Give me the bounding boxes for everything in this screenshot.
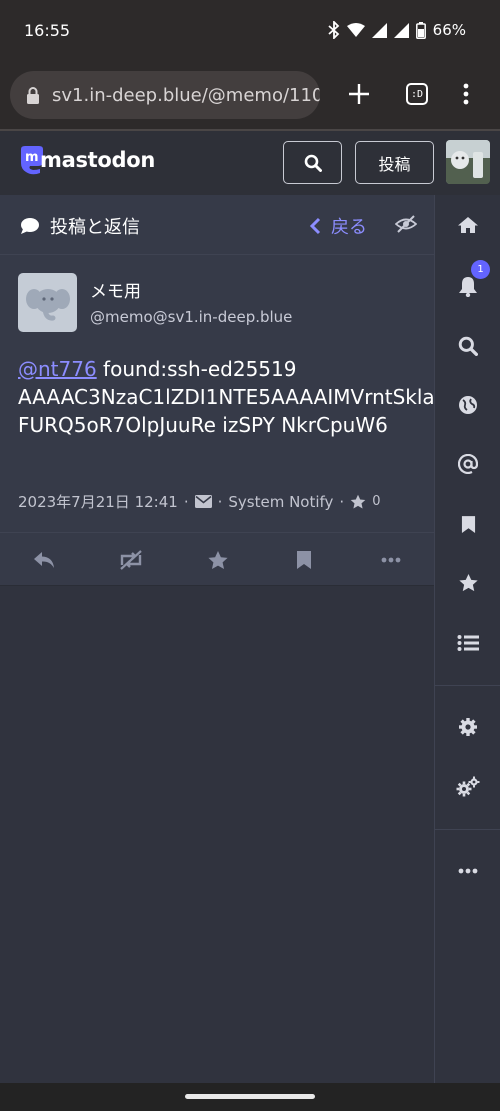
- chevron-left-icon: [309, 217, 321, 235]
- timestamp-link[interactable]: 2023年7月21日 12:41: [18, 491, 178, 512]
- bluetooth-icon: [328, 21, 339, 39]
- meta-separator: ·: [217, 492, 223, 511]
- meta-separator: ·: [183, 492, 189, 511]
- status-detail: メモ用 @memo@sv1.in-deep.blue @nt776 found:…: [0, 255, 460, 532]
- home-indicator[interactable]: [185, 1094, 315, 1099]
- bookmark-icon: [461, 515, 475, 533]
- search-icon: [458, 336, 478, 356]
- favourite-count: 0: [372, 494, 381, 509]
- favourite-button[interactable]: [203, 545, 233, 575]
- bookmark-button[interactable]: [289, 545, 319, 575]
- navigation-rail: 1: [434, 195, 500, 1083]
- battery-level: 66%: [432, 21, 466, 39]
- browser-menu-button[interactable]: [444, 72, 488, 116]
- signal-icon: [393, 22, 409, 38]
- compose-button[interactable]: 投稿: [355, 141, 434, 184]
- star-icon: [350, 494, 366, 508]
- ellipsis-icon: [458, 868, 478, 874]
- list-icon: [457, 635, 479, 651]
- main-column: 投稿と返信 戻る メモ用 @memo@sv1.in-deep.blue @nt7…: [0, 195, 460, 1083]
- gear-icon: [459, 718, 477, 736]
- browser-toolbar: sv1.in-deep.blue/@memo/110 :D: [0, 60, 500, 129]
- display-name[interactable]: メモ用: [90, 277, 141, 302]
- battery-icon: [415, 21, 426, 39]
- logo-wordmark: mastodon: [40, 148, 156, 172]
- nav-favourites[interactable]: [435, 561, 500, 605]
- rail-divider: [435, 685, 500, 686]
- status-meta: 2023年7月21日 12:41 · · System Notify · 0: [18, 491, 380, 512]
- app-header: m mastodon 投稿: [0, 131, 500, 195]
- gears-icon: [456, 776, 480, 797]
- back-button[interactable]: 戻る: [309, 213, 367, 239]
- ellipsis-icon: [381, 557, 401, 563]
- mastodon-logo[interactable]: m mastodon: [18, 145, 155, 175]
- nav-search[interactable]: [435, 324, 500, 368]
- status-icons: 66%: [328, 21, 466, 39]
- search-icon: [304, 154, 322, 172]
- plus-icon: [349, 84, 369, 104]
- lock-icon: [27, 86, 39, 104]
- nav-bookmarks[interactable]: [435, 502, 500, 546]
- status-action-bar: [0, 532, 434, 586]
- reply-button[interactable]: [29, 545, 59, 575]
- at-icon: [458, 454, 478, 474]
- nav-lists[interactable]: [435, 621, 500, 665]
- envelope-icon: [194, 495, 212, 508]
- status-content: @nt776 found:ssh-ed25519 AAAAC3NzaC1lZDI…: [18, 355, 460, 439]
- svg-text:m: m: [25, 150, 39, 165]
- column-title-text: 投稿と返信: [50, 217, 140, 238]
- nav-mentions[interactable]: [435, 442, 500, 486]
- address-bar[interactable]: sv1.in-deep.blue/@memo/110: [10, 71, 320, 119]
- application-name[interactable]: System Notify: [228, 493, 333, 511]
- signal-icon: [371, 22, 387, 38]
- tab-switcher-button[interactable]: :D: [395, 72, 439, 116]
- reply-icon: [34, 552, 54, 568]
- star-icon: [458, 574, 478, 592]
- nav-home[interactable]: [435, 203, 500, 247]
- more-button[interactable]: [376, 545, 406, 575]
- more-vertical-icon: [463, 83, 469, 105]
- nav-notifications[interactable]: 1: [435, 260, 500, 308]
- elephant-icon: [25, 288, 70, 321]
- boost-disabled-icon: [120, 550, 142, 570]
- nav-administration[interactable]: [435, 765, 500, 809]
- bookmark-icon: [297, 551, 311, 569]
- star-icon: [208, 550, 228, 569]
- wifi-icon: [346, 22, 365, 37]
- nav-more[interactable]: [435, 849, 500, 893]
- url-text: sv1.in-deep.blue/@memo/110: [52, 84, 320, 106]
- comment-icon: [21, 218, 39, 234]
- home-icon: [458, 217, 478, 233]
- bell-icon: [459, 276, 477, 297]
- meta-separator: ·: [339, 492, 345, 511]
- boost-button[interactable]: [116, 545, 146, 575]
- tab-count: :D: [406, 83, 428, 105]
- eye-slash-icon: [394, 215, 418, 233]
- avatar-image: [446, 140, 490, 184]
- nav-explore[interactable]: [435, 383, 500, 427]
- rail-divider: [435, 829, 500, 830]
- column-header: 投稿と返信 戻る: [0, 195, 434, 255]
- account-handle[interactable]: @memo@sv1.in-deep.blue: [90, 308, 292, 326]
- search-button[interactable]: [283, 141, 342, 184]
- new-tab-button[interactable]: [337, 72, 381, 116]
- system-status-bar: 16:55 66%: [0, 0, 500, 60]
- clock: 16:55: [24, 20, 71, 40]
- nav-preferences[interactable]: [435, 705, 500, 749]
- notification-badge: 1: [471, 260, 490, 279]
- globe-icon: [459, 396, 477, 414]
- column-title: 投稿と返信: [20, 213, 140, 239]
- gesture-navigation-bar: [0, 1083, 500, 1111]
- toggle-visibility-button[interactable]: [394, 215, 418, 237]
- mention-link[interactable]: @nt776: [18, 357, 97, 381]
- user-avatar[interactable]: [446, 140, 490, 184]
- back-label: 戻る: [331, 217, 367, 238]
- account-avatar[interactable]: [18, 273, 77, 332]
